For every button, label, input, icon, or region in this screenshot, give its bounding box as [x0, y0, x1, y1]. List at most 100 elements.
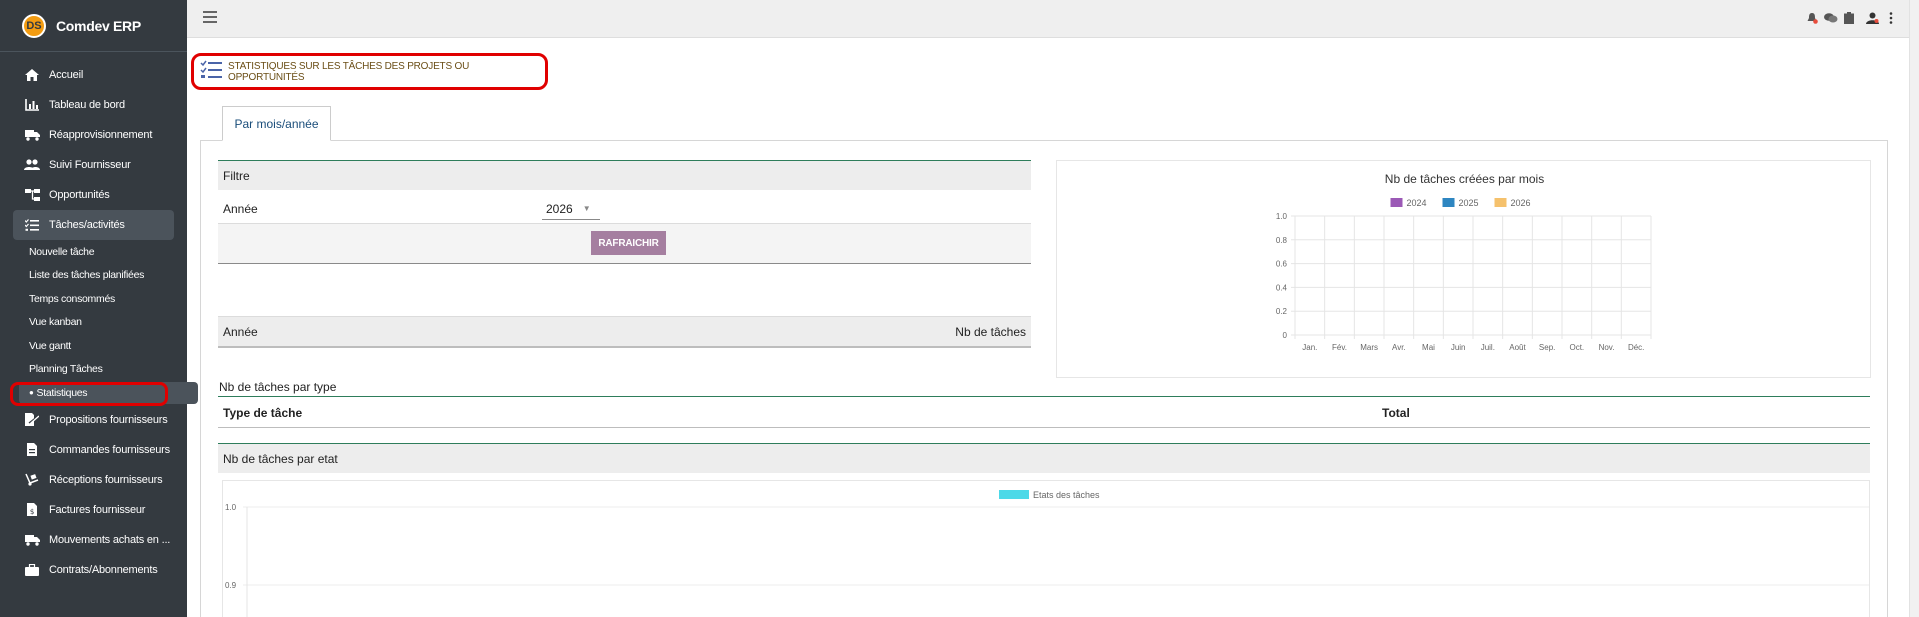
sitemap-icon: [23, 188, 41, 202]
tasks-by-state-chart: Etats des tâches 1.0 0.9: [225, 490, 1869, 617]
briefcase-icon: [23, 563, 41, 577]
submenu-item-label: Nouvelle tâche: [29, 245, 95, 258]
chart-icon: [23, 98, 41, 112]
sidebar-item-label: Mouvements achats en ...: [49, 533, 171, 546]
submenu-item-planning-taches[interactable]: Planning Tâches: [29, 358, 174, 382]
tab-par-mois-annee[interactable]: Par mois/année: [222, 106, 331, 141]
truck-icon: [23, 128, 41, 142]
dolly-icon: [23, 473, 41, 487]
type-table-header: Type de tâche Total: [218, 396, 1870, 428]
y-tick-label: 0.6: [1276, 260, 1288, 269]
file-signature-icon: [23, 413, 41, 427]
submenu-item-label: Liste des tâches planifiées: [29, 269, 145, 282]
brand[interactable]: DS Comdev ERP: [0, 0, 187, 52]
y-tick-label: 0.9: [225, 581, 237, 590]
file-invoice-dollar-icon: $: [23, 503, 41, 517]
filter-header: Filtre: [218, 160, 1031, 190]
kebab-menu-icon[interactable]: [1889, 12, 1893, 27]
submenu-item-vue-gantt[interactable]: Vue gantt: [29, 334, 174, 358]
year-select[interactable]: 2026 ▼: [542, 198, 600, 220]
submenu-item-nouvelle-tache[interactable]: Nouvelle tâche: [29, 240, 174, 264]
sidebar-item-mouvements-achats[interactable]: Mouvements achats en ...: [13, 525, 174, 555]
truck-moving-icon: [23, 533, 41, 547]
comments-icon[interactable]: [1824, 12, 1838, 27]
x-tick-label: Jan.: [1302, 343, 1317, 352]
sidebar-item-label: Commandes fournisseurs: [49, 443, 170, 456]
x-tick-label: Déc.: [1628, 343, 1644, 352]
users-icon: [23, 158, 41, 172]
submenu-item-label: Statistiques: [36, 386, 88, 399]
chart-title: Nb de tâches créées par mois: [1385, 172, 1544, 186]
y-tick-label: 0.2: [1276, 307, 1288, 316]
file-invoice-icon: [23, 443, 41, 457]
x-tick-label: Oct.: [1569, 343, 1584, 352]
sidebar-item-label: Opportunités: [49, 189, 110, 201]
sidebar-item-receptions-fournisseurs[interactable]: Réceptions fournisseurs: [13, 465, 174, 495]
submenu-item-label: Planning Tâches: [29, 363, 103, 376]
vertical-scrollbar[interactable]: [1909, 0, 1919, 617]
sidebar-item-factures-fournisseur[interactable]: $ Factures fournisseur: [13, 495, 174, 525]
year-label: Année: [223, 201, 258, 216]
legend-label: 2024: [1407, 198, 1427, 208]
sidebar-item-label: Tableau de bord: [49, 99, 125, 111]
legend-swatch: [1442, 198, 1455, 207]
refresh-button[interactable]: RAFRAICHIR: [591, 231, 666, 255]
legend-swatch: [1494, 198, 1507, 207]
sidebar-item-tableau-de-bord[interactable]: Tableau de bord: [13, 90, 174, 120]
refresh-row: RAFRAICHIR: [218, 224, 1031, 264]
submenu-item-liste-taches-planifiees[interactable]: Liste des tâches planifiées: [29, 264, 174, 288]
sidebar-item-label: Contrats/Abonnements: [49, 563, 158, 576]
x-tick-label: Sep.: [1539, 343, 1555, 352]
sidebar-item-taches-activites[interactable]: Tâches/activités: [13, 210, 174, 240]
submenu-item-label: Vue gantt: [29, 339, 71, 352]
y-tick-label: 0.8: [1276, 236, 1288, 245]
y-tick-label: 0: [1283, 331, 1288, 340]
sidebar-item-propositions-fournisseurs[interactable]: Propositions fournisseurs: [13, 405, 174, 435]
brand-logo: DS: [22, 13, 46, 38]
submenu-item-label: Temps consommés: [29, 292, 115, 305]
page-title-text: STATISTIQUES SUR LES TÂCHES DES PROJETS …: [228, 60, 470, 83]
type-table-title: Nb de tâches par type: [219, 380, 337, 394]
sidebar-item-label: Suivi Fournisseur: [49, 159, 131, 171]
sidebar-item-accueil[interactable]: Accueil: [13, 60, 174, 90]
hamburger-menu-icon[interactable]: [203, 11, 217, 26]
sidebar-nav: Accueil Tableau de bord Réapprovisionnem…: [0, 52, 198, 585]
year-table-header: Année Nb de tâches: [218, 316, 1031, 348]
x-tick-label: Mars: [1360, 343, 1378, 352]
chevron-down-icon: ▼: [582, 204, 591, 213]
x-tick-label: Juin: [1451, 343, 1466, 352]
state-section-header: Nb de tâches par etat: [218, 443, 1870, 473]
topbar-icons: [1806, 12, 1893, 27]
sidebar-item-opportunites[interactable]: Opportunités: [13, 180, 174, 210]
x-tick-label: Août: [1509, 343, 1526, 352]
legend-label: Etats des tâches: [1033, 490, 1100, 500]
legend-swatch: [999, 490, 1029, 499]
submenu-item-label: Vue kanban: [29, 316, 82, 329]
topbar: [187, 0, 1919, 38]
y-tick-label: 1.0: [1276, 212, 1288, 221]
tasks-icon: [23, 218, 41, 232]
sidebar-item-reapprovisionnement[interactable]: Réapprovisionnement: [13, 120, 174, 150]
legend-label: 2026: [1511, 198, 1531, 208]
submenu-item-vue-kanban[interactable]: Vue kanban: [29, 311, 174, 335]
sidebar-item-label: Réapprovisionnement: [49, 129, 153, 141]
bell-icon[interactable]: [1806, 12, 1818, 27]
page-title: STATISTIQUES SUR LES TÂCHES DES PROJETS …: [191, 53, 548, 90]
x-tick-label: Fév.: [1332, 343, 1347, 352]
monthly-tasks-chart: Nb de tâches créées par mois 2024 2025 2026…: [1276, 172, 1652, 352]
sidebar-item-contrats-abonnements[interactable]: Contrats/Abonnements: [13, 555, 174, 585]
legend-label: 2025: [1459, 198, 1479, 208]
x-tick-label: Avr.: [1392, 343, 1406, 352]
user-avatar-icon[interactable]: [1866, 12, 1879, 27]
x-tick-label: Juil.: [1481, 343, 1495, 352]
sidebar-item-label: Réceptions fournisseurs: [49, 473, 163, 486]
submenu-item-temps-consommes[interactable]: Temps consommés: [29, 287, 174, 311]
sidebar-item-label: Factures fournisseur: [49, 503, 146, 516]
x-tick-label: Nov.: [1599, 343, 1615, 352]
sidebar-item-label: Tâches/activités: [49, 219, 125, 231]
sidebar-item-commandes-fournisseurs[interactable]: Commandes fournisseurs: [13, 435, 174, 465]
clipboard-icon[interactable]: [1844, 12, 1854, 27]
y-tick-label: 0.4: [1276, 283, 1288, 292]
sidebar-item-suivi-fournisseur[interactable]: Suivi Fournisseur: [13, 150, 174, 180]
sidebar: DS Comdev ERP Accueil Tableau de bord Ré…: [0, 0, 198, 617]
